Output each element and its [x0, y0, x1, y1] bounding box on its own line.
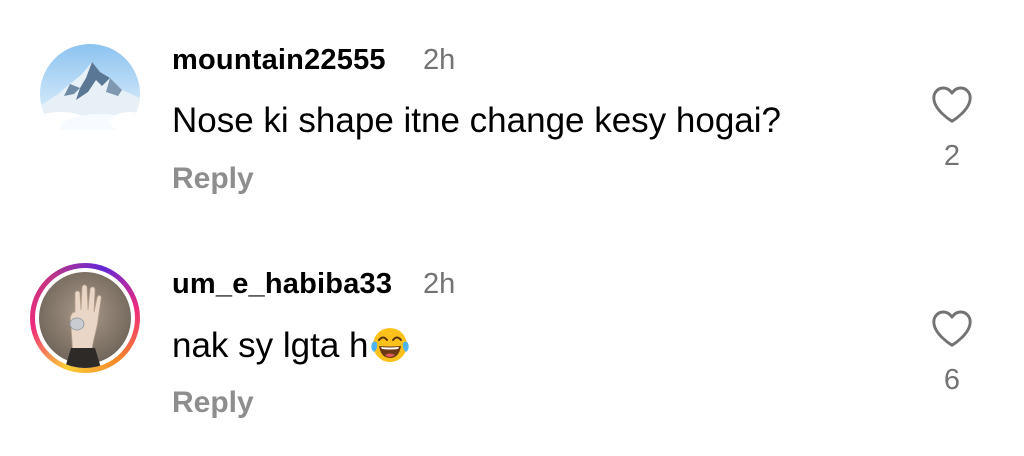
comment-text: nak sy lgta h: [172, 325, 410, 366]
comment-username[interactable]: um_e_habiba33: [172, 268, 392, 301]
avatar[interactable]: [40, 44, 140, 144]
face-with-tears-of-joy-icon: [370, 328, 409, 362]
comment-username[interactable]: mountain22555: [172, 44, 386, 77]
heart-outline-icon[interactable]: [930, 84, 974, 124]
like-count: 6: [943, 364, 961, 396]
comment-timestamp: 2h: [423, 268, 456, 300]
like-count: 2: [943, 140, 961, 172]
comment-text: Nose ki shape itne change kesy hogai?: [172, 101, 782, 140]
comment-timestamp: 2h: [423, 44, 456, 76]
avatar-story-ring[interactable]: [30, 263, 140, 373]
comment-item: mountain22555 2h Nose ki shape itne chan…: [0, 0, 1024, 195]
hand-avatar-image: [39, 272, 131, 368]
reply-button[interactable]: Reply: [172, 386, 254, 420]
heart-outline-icon[interactable]: [930, 308, 974, 348]
reply-button[interactable]: Reply: [172, 162, 254, 196]
comment-item: um_e_habiba33 2h nak sy lgta h Reply 6: [0, 222, 1024, 419]
comment-text-content: nak sy lgta h: [172, 326, 369, 365]
avatar: [35, 268, 135, 368]
mountain-avatar-image: [40, 44, 140, 144]
